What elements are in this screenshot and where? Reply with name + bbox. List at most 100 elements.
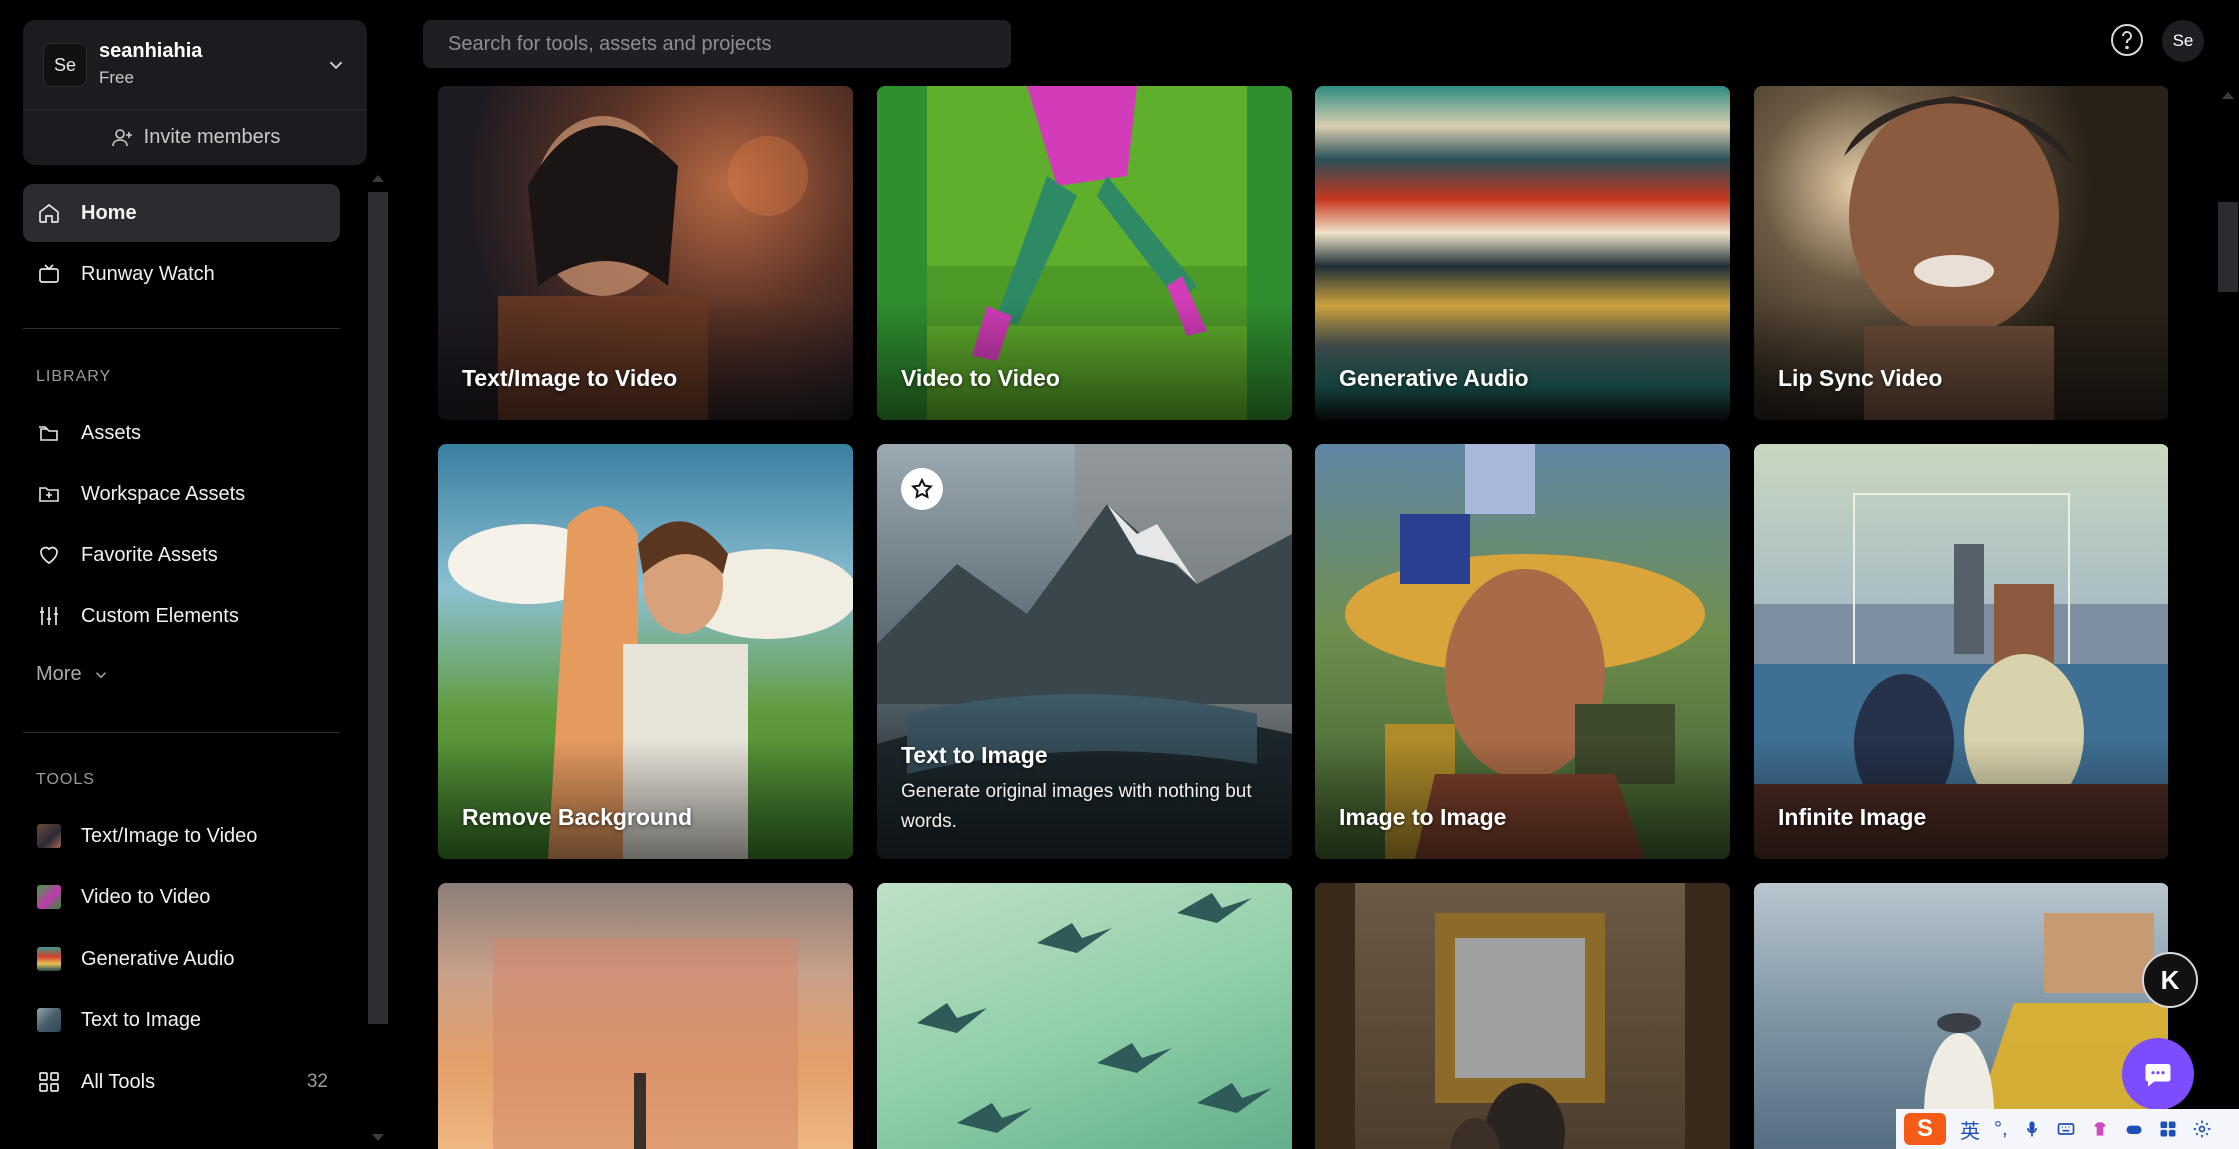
sidebar-item-label: Custom Elements [81,604,239,627]
k-extension-button[interactable]: K [2142,952,2198,1008]
workspace-folder-icon [39,487,59,502]
tool-card-infinite-image[interactable]: Infinite Image [1754,444,2168,859]
scroll-up-arrow[interactable] [2222,92,2234,99]
tool-card-lip-sync-video[interactable]: Lip Sync Video [1754,86,2168,420]
sidebar-item-label: Text/Image to Video [81,824,258,847]
sidebar-tool-text-image-to-video[interactable]: Text/Image to Video [23,807,340,865]
scroll-down-arrow[interactable] [372,1134,384,1141]
chevron-down-icon [95,671,106,678]
chevron-down-icon[interactable] [325,54,347,76]
workspace-name: seanhiahia [99,40,203,62]
folders-icon [39,426,58,441]
skin-icon[interactable] [2090,1119,2110,1139]
card-title: Text to Image [901,742,1048,768]
tools-grid: Text/Image to Video Video to Video Gener… [438,86,2168,1149]
workspace-switcher[interactable]: Se seanhiahia Free [23,20,367,110]
tool-card-generative-audio[interactable]: Generative Audio [1315,86,1730,420]
card-artwork [1315,883,1730,1149]
library-heading: LIBRARY [36,368,112,385]
heart-icon [40,546,58,565]
tool-card-text-to-image[interactable]: Text to Image Generate original images w… [877,444,1292,859]
user-avatar[interactable]: Se [2162,20,2204,62]
settings-icon[interactable] [2192,1119,2212,1139]
card-title: Video to Video [901,365,1060,391]
home-icon [39,203,59,223]
apps-icon[interactable] [2158,1119,2178,1139]
ime-language[interactable]: 英 [1960,1115,1980,1144]
tool-card-video-to-video[interactable]: Video to Video [877,86,1292,420]
card-shade [877,300,1292,420]
sidebar-tool-text-to-image[interactable]: Text to Image [23,991,340,1049]
invite-members-label: Invite members [143,126,281,148]
sidebar-item-workspace-assets[interactable]: Workspace Assets [23,465,340,523]
sidebar-divider [23,732,340,733]
sidebar-scrollbar[interactable] [368,192,388,1024]
search-input[interactable] [423,20,1011,68]
card-artwork [917,893,1272,1133]
tool-card-row3-2[interactable] [877,883,1292,1149]
invite-members-button[interactable]: Invite members [23,110,367,165]
add-user-icon [111,128,132,146]
star-icon [911,477,933,499]
tool-card-text-image-to-video[interactable]: Text/Image to Video [438,86,853,420]
microphone-icon[interactable] [2022,1119,2042,1139]
tools-heading: TOOLS [36,771,95,788]
nav-runway-watch[interactable]: Runway Watch [23,245,340,303]
sliders-icon [40,607,58,625]
card-shade [1754,300,2168,420]
sidebar: Se seanhiahia Free Invite members Home R… [0,0,390,1149]
ime-punctuation[interactable]: °, [1994,1118,2008,1141]
workspace-plan: Free [99,68,134,87]
card-shade [438,300,853,420]
help-icon[interactable] [2110,23,2144,57]
sidebar-item-favorite-assets[interactable]: Favorite Assets [23,526,340,584]
sidebar-item-label: Video to Video [81,885,211,908]
nav-home-label: Home [81,201,137,224]
sidebar-item-assets[interactable]: Assets [23,404,340,462]
keyboard-icon[interactable] [2056,1119,2076,1139]
card-shade [1754,739,2168,859]
ime-logo-icon[interactable]: S [1904,1113,1946,1145]
tv-icon [39,264,59,283]
tool-card-row3-1[interactable] [438,883,853,1149]
sidebar-item-label: Text to Image [81,1008,202,1031]
tool-thumbnail [37,824,61,848]
workspace-avatar: Se [43,43,87,87]
workspace-card: Se seanhiahia Free Invite members [23,20,367,165]
nav-runway-watch-label: Runway Watch [81,262,215,285]
main-scrollbar[interactable] [2218,202,2238,292]
more-label: More [36,663,82,685]
tool-thumbnail [37,1008,61,1032]
card-artwork [493,938,798,1149]
sidebar-tool-generative-audio[interactable]: Generative Audio [23,930,340,988]
chat-icon [2145,1064,2171,1087]
favorite-star-button[interactable] [901,468,943,510]
card-title: Lip Sync Video [1778,365,1943,391]
sidebar-item-label: Generative Audio [81,947,235,970]
card-title: Infinite Image [1778,804,1927,830]
card-title: Image to Image [1339,804,1507,830]
sidebar-item-label: Favorite Assets [81,543,218,566]
card-shade [1315,739,1730,859]
game-icon[interactable] [2124,1119,2144,1139]
sidebar-tool-video-to-video[interactable]: Video to Video [23,868,340,926]
sidebar-all-tools[interactable]: All Tools 32 [23,1053,340,1111]
sidebar-item-label: Assets [81,421,142,444]
card-title: Generative Audio [1339,365,1529,391]
sidebar-item-label: Workspace Assets [81,482,246,505]
chat-button[interactable] [2122,1038,2194,1110]
nav-home[interactable]: Home [23,184,340,242]
more-toggle[interactable]: More [36,663,110,686]
sidebar-item-custom-elements[interactable]: Custom Elements [23,587,340,645]
card-description: Generate original images with nothing bu… [901,781,1252,832]
card-shade [438,739,853,859]
card-title: Text/Image to Video [462,365,678,391]
scroll-up-arrow[interactable] [372,175,384,182]
ime-toolbar: S 英 °, [1896,1109,2239,1149]
card-shade [1315,300,1730,420]
all-tools-count: 32 [306,1071,328,1092]
tool-card-image-to-image[interactable]: Image to Image [1315,444,1730,859]
tool-card-remove-background[interactable]: Remove Background [438,444,853,859]
tool-thumbnail [37,885,61,909]
tool-card-row3-3[interactable] [1315,883,1730,1149]
